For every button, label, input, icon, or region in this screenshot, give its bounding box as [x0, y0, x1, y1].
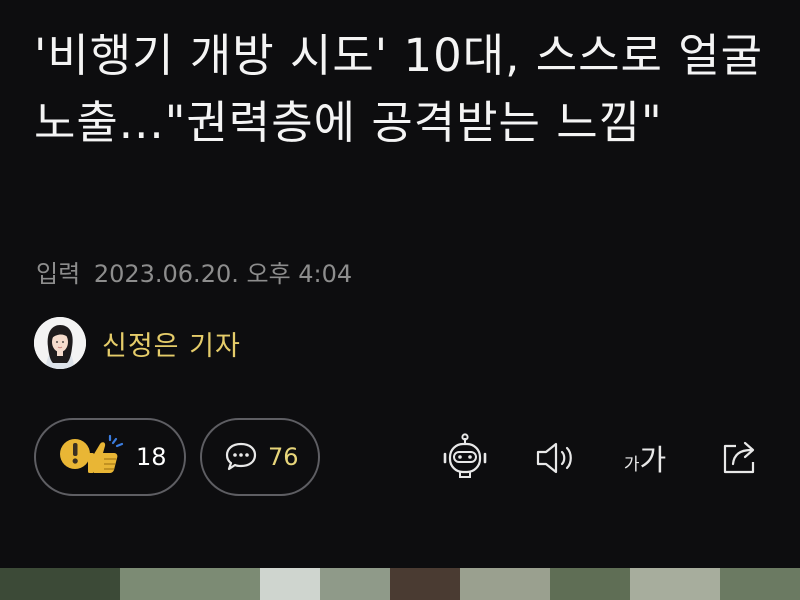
article-page: '비행기 개방 시도' 10대, 스스로 얼굴 노출..."권력층에 공격받는 …: [0, 0, 800, 600]
date-value: 2023.06.20. 오후 4:04: [93, 260, 353, 288]
robot-summary-icon: [443, 433, 487, 478]
share-icon: [723, 441, 755, 474]
like-count: 18: [136, 443, 167, 471]
comment-bubble-icon: [225, 442, 257, 471]
reporter-name: 신정은 기자: [102, 330, 241, 362]
reporter-photo-icon: [34, 317, 86, 369]
reporter-avatar: [34, 317, 86, 369]
font-size-small-glyph: 가: [623, 455, 640, 475]
read-aloud-button[interactable]: [527, 428, 583, 488]
speaker-icon: [536, 442, 572, 474]
font-size-big-glyph: 가: [639, 443, 667, 477]
like-thumbs-up-icon: [60, 434, 124, 473]
reporter-link[interactable]: 신정은 기자: [34, 316, 241, 370]
like-reaction-button[interactable]: 18: [34, 418, 186, 496]
article-photo: [0, 568, 800, 600]
article-headline: '비행기 개방 시도' 10대, 스스로 얼굴 노출..."권력층에 공격받는 …: [34, 29, 764, 149]
share-button[interactable]: [712, 428, 768, 488]
font-size-icon: 가 가: [624, 437, 666, 479]
date-label: 입력: [36, 260, 81, 288]
comment-button[interactable]: 76: [200, 418, 320, 496]
article-dateline: 입력 2023.06.20. 오후 4:04: [36, 254, 352, 289]
article-photo-image: [0, 568, 800, 600]
summary-bot-button[interactable]: [437, 428, 493, 488]
font-size-button[interactable]: 가 가: [617, 428, 673, 488]
comment-count: 76: [268, 443, 299, 471]
